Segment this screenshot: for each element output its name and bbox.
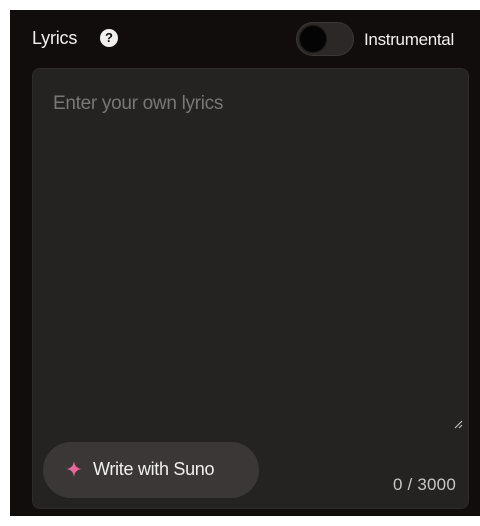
toggle-knob [300,26,326,52]
instrumental-toggle[interactable] [296,22,354,56]
lyrics-input[interactable] [33,69,468,439]
character-count: 0 / 3000 [392,475,456,494]
question-circle-icon[interactable]: ? [100,29,118,47]
write-with-suno-label: Write with Suno [93,459,215,479]
instrumental-label: Instrumental [364,30,454,49]
lyrics-box: Write with Suno 0 / 3000 [32,68,469,509]
lyrics-header: Lyrics ? Instrumental [10,10,480,66]
lyrics-title: Lyrics [32,28,78,48]
write-with-suno-button[interactable]: Write with Suno [43,442,259,498]
sparkle-icon [66,461,82,477]
lyrics-panel: Lyrics ? Instrumental Write with Suno 0 … [10,10,480,516]
resize-handle-icon[interactable] [453,419,463,429]
